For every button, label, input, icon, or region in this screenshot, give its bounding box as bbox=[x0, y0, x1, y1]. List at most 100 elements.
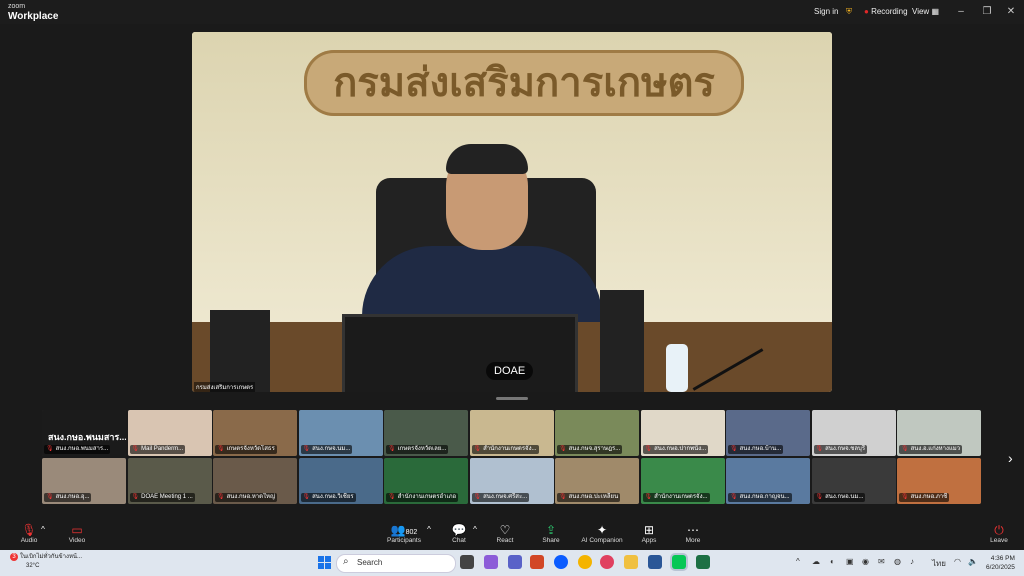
participant-tile[interactable]: 🎙 สนง.กษอ.วิเชียร bbox=[298, 458, 383, 504]
task-view-icon[interactable] bbox=[460, 555, 474, 569]
tray-app-icon[interactable]: ◐ bbox=[830, 557, 835, 566]
participant-name: Mail Panderm... bbox=[141, 446, 184, 452]
participant-tile[interactable]: 🎙 สนง.กษจ.ศรีสะ... bbox=[469, 458, 554, 504]
chat-caret[interactable]: ^ bbox=[468, 523, 482, 537]
start-button[interactable] bbox=[318, 556, 331, 569]
leave-button[interactable]: ⏻ Leave bbox=[976, 523, 1022, 544]
participant-tile[interactable]: 🎙 สนง.กษอ.บ้าน... bbox=[726, 410, 810, 456]
tray-app-icon[interactable]: ♪ bbox=[910, 557, 914, 566]
share-button[interactable]: ⇪ Share bbox=[528, 523, 574, 544]
tray-app-icon[interactable]: ◉ bbox=[862, 557, 869, 566]
tray-app-icon[interactable]: ▣ bbox=[846, 557, 854, 566]
participant-tile[interactable]: 🎙 สนง.กษอ.กาญจน... bbox=[726, 458, 810, 504]
shield-icon[interactable]: ⛨ bbox=[846, 5, 852, 19]
teams-icon[interactable] bbox=[508, 555, 522, 569]
participant-tile[interactable]: 🎙 สนง.กษอ.ปะเหลียน bbox=[555, 458, 639, 504]
excel-icon[interactable] bbox=[696, 555, 710, 569]
language-indicator[interactable]: ไทย bbox=[932, 557, 946, 570]
participant-tile[interactable]: สนง.กษอ.พนมสาร... 🎙 สนง.กษอ.พนมสาร... bbox=[42, 410, 126, 456]
volume-icon[interactable]: 🔈 bbox=[968, 557, 978, 566]
copilot-icon[interactable] bbox=[484, 555, 498, 569]
taskbar-search[interactable]: ⌕ Search bbox=[336, 554, 456, 573]
next-page-arrow[interactable]: › bbox=[1008, 450, 1013, 466]
participant-tile[interactable]: 🎙 Mail Panderm... bbox=[127, 410, 212, 456]
file-explorer-icon[interactable] bbox=[624, 555, 638, 569]
brand-large: Workplace bbox=[8, 11, 59, 22]
participant-tile[interactable]: 🎙 สำนักงานเกษตรจัง... bbox=[469, 410, 554, 456]
participant-name: เกษตรจังหวัดโสธร bbox=[226, 446, 275, 452]
participant-display-name: สนง.กษอ.พนมสาร... bbox=[48, 432, 126, 442]
line-icon[interactable] bbox=[672, 555, 686, 569]
participant-tile[interactable]: 🎙 สนง.กษอ.หาดใหญ่ bbox=[213, 458, 297, 504]
participant-tile[interactable]: 🎙 สนง.กษอ.นม... bbox=[811, 458, 896, 504]
participant-name: DOAE Meeting 1 ... bbox=[141, 494, 193, 500]
mic-muted-icon: 🎙 bbox=[815, 446, 824, 452]
participant-tile[interactable]: 🎙 สำนักงานเกษตรอำเภอ bbox=[384, 458, 468, 504]
participant-tile[interactable]: 🎙 สนง.กษจ.สุราษฎร... bbox=[555, 410, 639, 456]
tray-overflow-icon[interactable]: ^ bbox=[796, 557, 800, 566]
more-label: More bbox=[685, 537, 701, 544]
participant-tile[interactable]: 🎙 สำนักงานเกษตรจัง... bbox=[640, 458, 725, 504]
recording-indicator[interactable]: ● Recording bbox=[864, 5, 908, 19]
word-icon[interactable] bbox=[648, 555, 662, 569]
participant-tile[interactable]: 🎙 สนง.กษจ.นม... bbox=[298, 410, 383, 456]
participant-tile[interactable]: 🎙 สนง.กษจ.ชลบุรี bbox=[811, 410, 896, 456]
mic-muted-icon: 🎙 bbox=[644, 494, 653, 500]
view-button[interactable]: View ▦ bbox=[912, 5, 939, 19]
title-bar: zoom Workplace Sign in ⛨ ● Recording Vie… bbox=[0, 0, 1024, 24]
search-label: Search bbox=[357, 558, 383, 567]
tray-app-icon[interactable]: ◍ bbox=[894, 557, 901, 566]
wifi-icon[interactable]: ◠ bbox=[954, 557, 961, 566]
apps-button[interactable]: ⊞ Apps bbox=[626, 523, 672, 544]
mic-muted-icon: 🎙 bbox=[46, 494, 54, 500]
participant-tile[interactable]: 🎙 เกษตรจังหวัดเลย... bbox=[384, 410, 468, 456]
more-button[interactable]: ⋯ More bbox=[670, 523, 716, 544]
front-monitor bbox=[342, 314, 578, 392]
leave-icon: ⏻ bbox=[994, 523, 1004, 537]
participant-name: สนง.กษอ.ปากพนัง... bbox=[654, 446, 707, 452]
react-button[interactable]: ♡ React bbox=[482, 523, 528, 544]
caret-up-icon: ^ bbox=[473, 525, 477, 534]
active-speaker-video[interactable]: กรมส่งเสริมการเกษตร DOAE กรมส่งเสริมการเ… bbox=[192, 32, 832, 392]
participant-name: สนง.อ.แก่งหางแมว bbox=[910, 446, 961, 452]
participant-name-label: 🎙 สนง.กษอ.กาญจน... bbox=[728, 493, 792, 502]
view-label: View bbox=[912, 7, 930, 16]
tray-app-icon[interactable]: ✉ bbox=[878, 557, 885, 566]
audio-options-caret[interactable]: ^ bbox=[36, 523, 50, 537]
mic-muted-icon: 🎙 bbox=[559, 494, 567, 500]
participant-name: สนง.กษอ.หาดใหญ่ bbox=[226, 494, 276, 500]
participant-name-label: 🎙 Mail Panderm... bbox=[129, 445, 186, 454]
participant-name: สนง.กษอ.บ้าน... bbox=[739, 446, 782, 452]
windows-logo-icon bbox=[318, 563, 324, 569]
participant-tile[interactable]: 🎙 สนง.กษอ.อุ... bbox=[42, 458, 126, 504]
participant-tile[interactable]: 🎙 สนง.กษอ.ภาชี bbox=[897, 458, 981, 504]
powerpoint-icon[interactable] bbox=[530, 555, 544, 569]
participant-name-label: 🎙 สนง.กษอ.วิเชียร bbox=[300, 493, 356, 502]
close-button[interactable]: ✕ bbox=[996, 3, 1024, 21]
video-button[interactable]: ▭ Video bbox=[54, 523, 100, 544]
ai-companion-label: AI Companion bbox=[581, 537, 623, 544]
participant-name-label: 🎙 สนง.กษอ.ปากพนัง... bbox=[642, 445, 709, 454]
participant-tile[interactable]: 🎙 เกษตรจังหวัดโสธร bbox=[213, 410, 297, 456]
caret-up-icon: ^ bbox=[41, 525, 45, 534]
participants-caret[interactable]: ^ bbox=[422, 523, 436, 537]
resize-handle[interactable] bbox=[496, 397, 528, 400]
participant-tile[interactable]: 🎙 สนง.อ.แก่งหางแมว bbox=[897, 410, 981, 456]
tray-app-icon[interactable]: ☁ bbox=[812, 557, 820, 566]
weather-widget[interactable]: 3 ในเบิกไม่ทั่วกันข้างหน้... 32°C bbox=[10, 553, 82, 571]
participant-name: สนง.กษจ.สุราษฎร... bbox=[568, 446, 621, 452]
participant-name-label: 🎙 DOAE Meeting 1 ... bbox=[129, 493, 195, 502]
record-dot-icon: ● bbox=[864, 7, 869, 16]
system-clock[interactable]: 4:36 PM 6/20/2025 bbox=[986, 554, 1015, 572]
participant-tile[interactable]: 🎙 DOAE Meeting 1 ... bbox=[127, 458, 212, 504]
browser-icon[interactable] bbox=[600, 555, 614, 569]
camera-label: กรมส่งเสริมการเกษตร bbox=[194, 382, 256, 392]
participant-name: สำนักงานเกษตรจัง... bbox=[654, 494, 708, 500]
participant-tile[interactable]: 🎙 สนง.กษอ.ปากพนัง... bbox=[640, 410, 725, 456]
speaker-hair bbox=[446, 144, 528, 174]
ai-companion-button[interactable]: ✦ AI Companion bbox=[576, 523, 628, 544]
participant-name-label: 🎙 สำนักงานเกษตรอำเภอ bbox=[386, 493, 459, 502]
chrome-icon[interactable] bbox=[578, 555, 592, 569]
sign-in-link[interactable]: Sign in bbox=[814, 5, 838, 19]
zoom-icon[interactable] bbox=[554, 555, 568, 569]
